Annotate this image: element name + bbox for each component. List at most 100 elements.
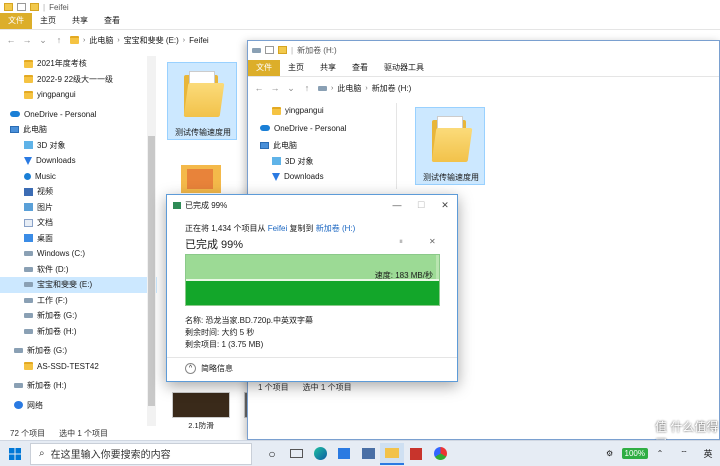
destination-link[interactable]: 新加卷 (H:)	[316, 224, 356, 233]
tab-home[interactable]: 主页	[32, 13, 64, 29]
scrollbar[interactable]	[147, 56, 156, 426]
wifi-icon[interactable]: ⌔	[672, 443, 696, 465]
sidebar-item[interactable]: 新加卷 (G:)	[0, 343, 157, 359]
breadcrumb-item[interactable]: 宝宝和斐斐 (E:)	[124, 35, 179, 46]
folder-tile[interactable]: 测试传输速度用	[167, 62, 237, 140]
chevron-up-icon: ^	[185, 363, 196, 374]
taskbar-app-icon[interactable]	[404, 443, 428, 465]
sidebar-item[interactable]: 图片	[0, 200, 157, 216]
taskbar: ⌕ 在这里输入你要搜索的内容 ○ ⚙ 100% ⌃ ⌔ 英	[0, 440, 720, 466]
sidebar-item[interactable]: Windows (C:)	[0, 246, 157, 262]
windows-start-icon[interactable]	[0, 443, 30, 465]
file-explorer-icon[interactable]	[380, 442, 404, 465]
sidebar-item-label: 此电脑	[273, 141, 297, 151]
tray-icon[interactable]: ⚙	[598, 443, 622, 465]
progress-prefix: 正在将 1,434 个项目从	[185, 224, 266, 233]
folder-icon	[272, 106, 281, 115]
sidebar-item[interactable]: 2021年度考核	[0, 56, 157, 72]
minimize-icon[interactable]: —	[385, 200, 409, 211]
store-icon[interactable]	[332, 443, 356, 465]
new-folder-icon[interactable]	[278, 46, 287, 54]
tab-drive-tools[interactable]: 驱动器工具	[376, 60, 432, 76]
tab-share[interactable]: 共享	[64, 13, 96, 29]
forward-arrow-icon[interactable]: →	[22, 35, 32, 45]
download-icon	[272, 172, 280, 181]
sidebar-item-label: 新加卷 (H:)	[27, 381, 67, 391]
tab-home[interactable]: 主页	[280, 60, 312, 76]
tab-view[interactable]: 查看	[344, 60, 376, 76]
sidebar-item[interactable]: yingpangui	[0, 87, 157, 103]
taskbar-app-icon[interactable]	[284, 443, 308, 465]
sidebar-item[interactable]: AS-SSD-TEST42	[0, 359, 157, 375]
forward-arrow-icon[interactable]: →	[270, 83, 280, 93]
sidebar-item[interactable]: Music	[0, 169, 157, 185]
up-arrow-icon[interactable]: ↑	[54, 35, 64, 45]
breadcrumb-item[interactable]: Feifei	[189, 36, 209, 45]
up-arrow-icon[interactable]: ↑	[302, 83, 312, 93]
chevron-down-icon[interactable]: ⌄	[286, 83, 296, 94]
breadcrumb[interactable]: › 此电脑 › 宝宝和斐斐 (E:) › Feifei	[70, 35, 209, 46]
tab-file[interactable]: 文件	[0, 13, 32, 29]
sidebar-item[interactable]: 新加卷 (H:)	[0, 324, 157, 340]
chevron-right-icon: ›	[331, 84, 334, 92]
taskbar-app-icon[interactable]	[356, 443, 380, 465]
maximize-icon[interactable]: ☐	[409, 200, 433, 211]
sidebar-item[interactable]: 新加卷 (H:)	[0, 378, 157, 394]
back-arrow-icon[interactable]: ←	[6, 35, 16, 45]
tab-file[interactable]: 文件	[248, 60, 280, 76]
sidebar-item-label: 2022-9 22级大一一级	[37, 74, 114, 84]
sidebar-item[interactable]: 宝宝和斐斐 (E:)	[0, 277, 157, 293]
sidebar-item[interactable]: 此电脑	[0, 122, 157, 138]
sidebar-item[interactable]: 工作 (F:)	[0, 293, 157, 309]
sidebar-item[interactable]: 新加卷 (G:)	[0, 308, 157, 324]
search-box[interactable]: ⌕ 在这里输入你要搜索的内容	[30, 442, 252, 465]
breadcrumb-item[interactable]: 新加卷 (H:)	[372, 83, 412, 94]
sidebar-item[interactable]: 文档	[0, 215, 157, 231]
sidebar-item-label: 此电脑	[23, 125, 47, 135]
progress-heading: 已完成 99%	[185, 239, 244, 251]
sidebar-item[interactable]: OneDrive - Personal	[0, 107, 157, 123]
browser-icon[interactable]	[428, 443, 452, 465]
separator: |	[291, 45, 294, 55]
tab-view[interactable]: 查看	[96, 13, 128, 29]
task-view-icon[interactable]: ○	[260, 443, 284, 465]
tab-share[interactable]: 共享	[312, 60, 344, 76]
ribbon-tabs: 文件 主页 共享 查看 驱动器工具	[248, 59, 719, 77]
sidebar-item[interactable]: 软件 (D:)	[0, 262, 157, 278]
sidebar-item[interactable]: 2022-9 22级大一一级	[0, 72, 157, 88]
copy-description: 正在将 1,434 个项目从 Feifei 复制到 新加卷 (H:)	[185, 223, 355, 234]
chevron-up-icon[interactable]: ⌃	[648, 443, 672, 465]
lang-indicator[interactable]: 英	[696, 443, 720, 465]
sidebar-item[interactable]: Downloads	[0, 153, 157, 169]
cancel-icon[interactable]: ✕	[429, 237, 436, 246]
sidebar-item-label: yingpangui	[285, 106, 324, 116]
sidebar-item[interactable]: yingpangui	[258, 103, 398, 119]
thumbnail-image[interactable]	[172, 392, 230, 418]
edge-icon[interactable]	[308, 443, 332, 465]
sidebar-item[interactable]: 视频	[0, 184, 157, 200]
folder-tile[interactable]: 测试传输速度用	[415, 107, 485, 185]
breadcrumb-item[interactable]: 此电脑	[337, 83, 361, 94]
checkbox-icon[interactable]	[17, 3, 26, 11]
breadcrumb-item[interactable]: 此电脑	[89, 35, 113, 46]
sidebar-item[interactable]: Downloads	[258, 169, 398, 185]
back-arrow-icon[interactable]: ←	[254, 83, 264, 93]
fewer-details-button[interactable]: ^ 简略信息	[185, 363, 233, 374]
sidebar-item[interactable]: OneDrive - Personal	[258, 121, 398, 137]
chevron-down-icon[interactable]: ⌄	[38, 35, 48, 46]
folder-icon[interactable]	[181, 165, 221, 193]
new-folder-icon[interactable]	[30, 3, 39, 11]
close-icon[interactable]: ✕	[433, 200, 457, 211]
source-link[interactable]: Feifei	[268, 224, 288, 233]
checkbox-icon[interactable]	[265, 46, 274, 54]
sidebar-item[interactable]: 桌面	[0, 231, 157, 247]
pause-icon[interactable]: ⏸	[399, 237, 403, 247]
battery-indicator[interactable]: 100%	[621, 448, 648, 459]
drive-icon	[24, 251, 33, 257]
breadcrumb[interactable]: › 此电脑 › 新加卷 (H:)	[318, 83, 411, 94]
sidebar-item[interactable]: 网络	[0, 398, 157, 414]
sidebar-item[interactable]: 3D 对象	[0, 138, 157, 154]
sidebar-item[interactable]: 3D 对象	[258, 154, 398, 170]
sidebar-item[interactable]: 此电脑	[258, 138, 398, 154]
scrollbar-thumb[interactable]	[148, 136, 155, 406]
